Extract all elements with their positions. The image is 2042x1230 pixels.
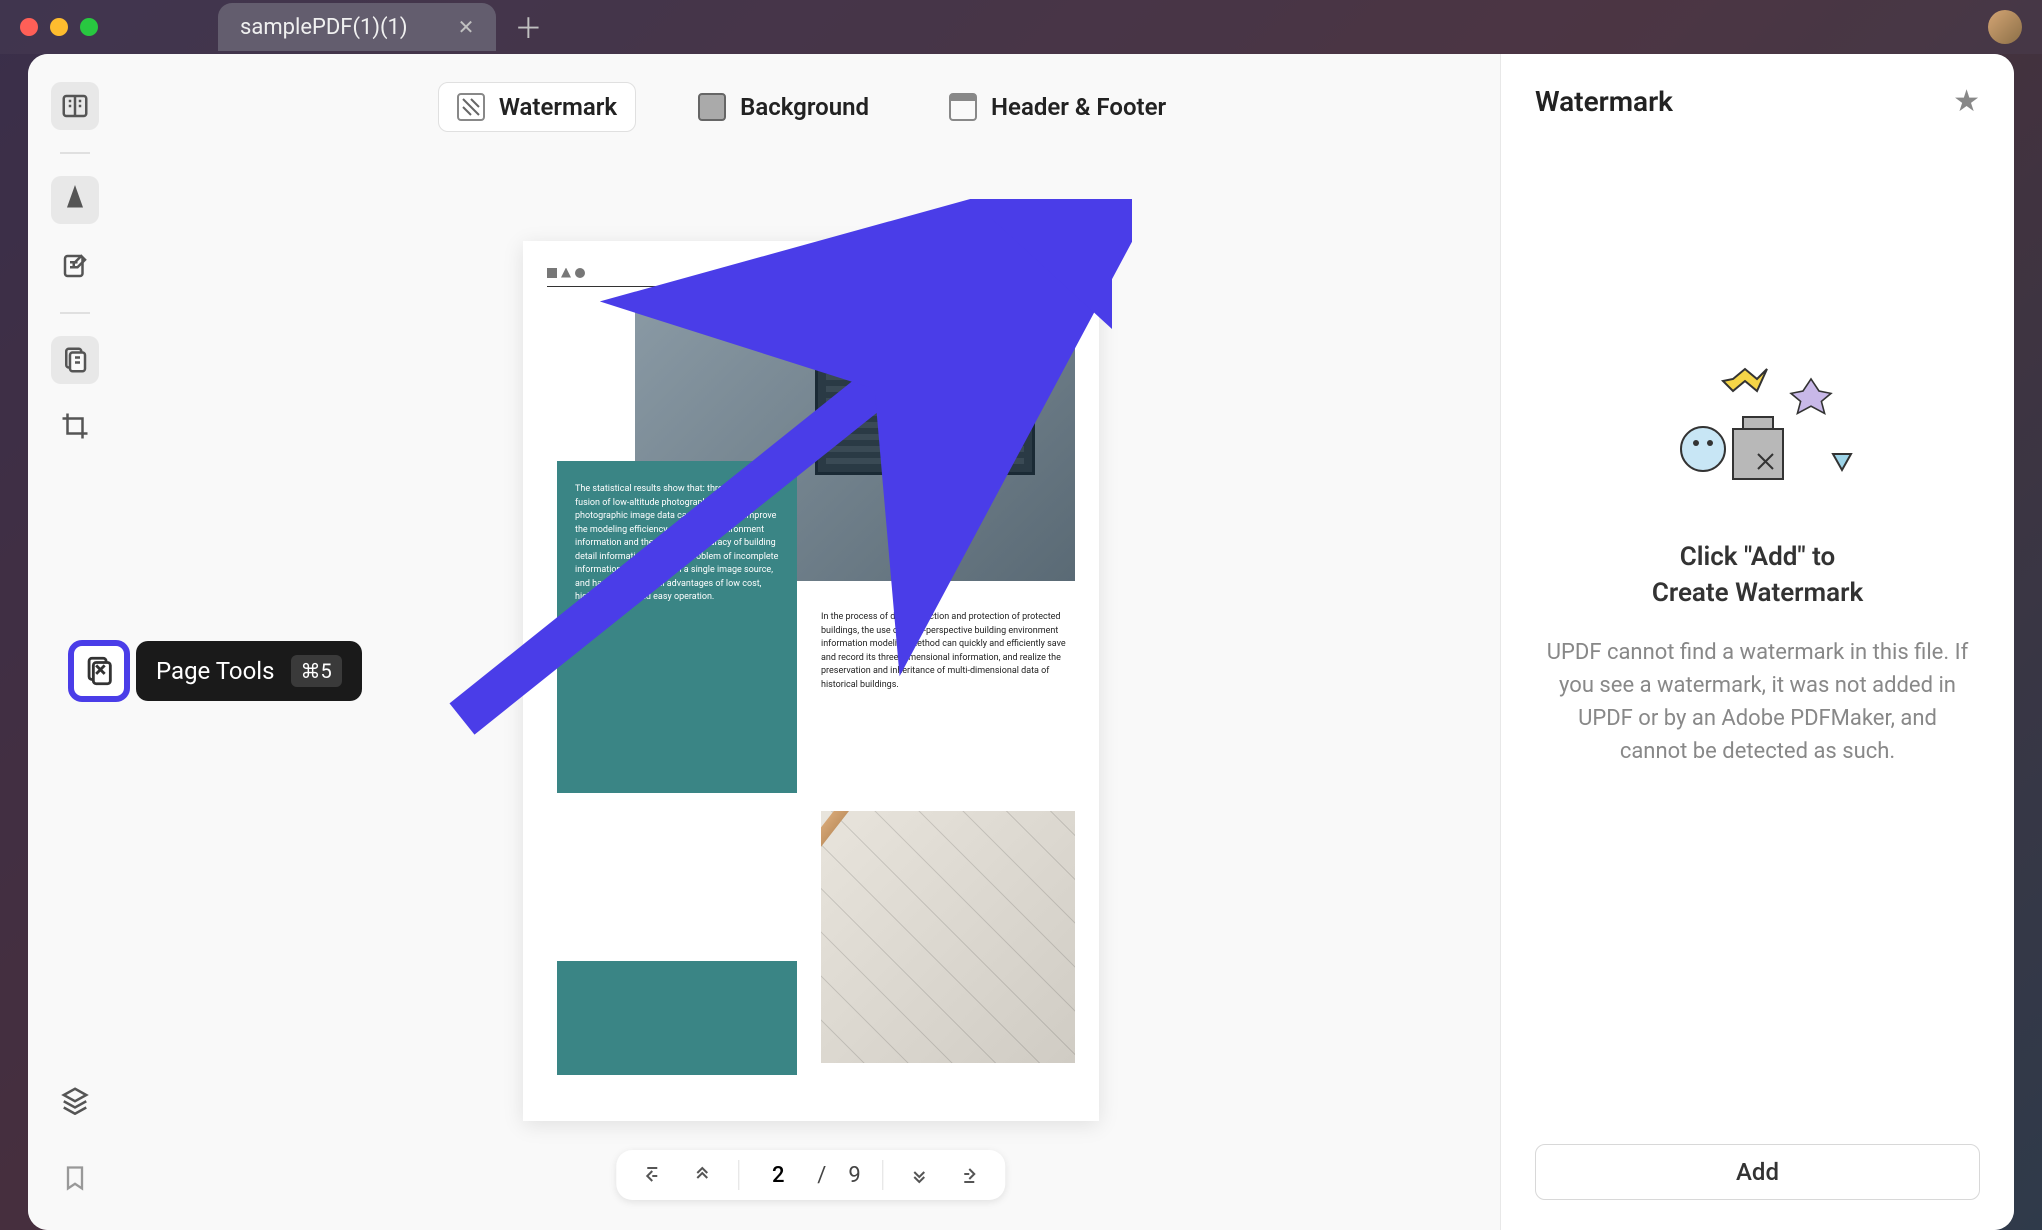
- page-total: 9: [848, 1163, 860, 1188]
- titlebar: samplePDF(1)(1) ✕ ＋: [0, 0, 2042, 54]
- new-tab-button[interactable]: ＋: [504, 3, 552, 51]
- divider: [883, 1160, 884, 1190]
- tab-label: Header & Footer: [991, 93, 1166, 121]
- page-image-2: [821, 811, 1075, 1063]
- star-icon[interactable]: ★: [1953, 84, 1980, 119]
- header-footer-tab[interactable]: Header & Footer: [931, 82, 1184, 132]
- close-window-button[interactable]: [20, 18, 38, 36]
- text-column: In the process of data collection and pr…: [821, 611, 1075, 692]
- header-icons: [547, 268, 585, 278]
- page-tools-button[interactable]: [68, 640, 130, 702]
- tab-label: Watermark: [499, 93, 617, 121]
- prev-page-button[interactable]: [688, 1161, 716, 1189]
- page-tools-tooltip: Page Tools ⌘5: [68, 640, 362, 702]
- empty-state-description: UPDF cannot find a watermark in this fil…: [1535, 636, 1980, 768]
- watermark-tab[interactable]: Watermark: [438, 82, 636, 132]
- tooltip: Page Tools ⌘5: [136, 641, 362, 701]
- window-controls: [20, 18, 98, 36]
- empty-state-title: Click "Add" to Create Watermark: [1535, 539, 1980, 612]
- green-text-box: The statistical results show that: throu…: [557, 461, 797, 793]
- comment-tool-button[interactable]: [51, 176, 99, 224]
- page-navigator: / 9: [616, 1150, 1005, 1200]
- reader-mode-button[interactable]: [51, 82, 99, 130]
- tab-label: Background: [740, 93, 869, 121]
- pdf-page: 2 The statistical results show that: thr…: [523, 241, 1099, 1121]
- maximize-window-button[interactable]: [80, 18, 98, 36]
- bookmark-button[interactable]: [51, 1154, 99, 1202]
- divider: [738, 1160, 739, 1190]
- panel-title: Watermark: [1535, 85, 1673, 118]
- panel-header: Watermark ★: [1535, 84, 1980, 119]
- minimize-window-button[interactable]: [50, 18, 68, 36]
- document-tab[interactable]: samplePDF(1)(1) ✕: [218, 3, 496, 51]
- edit-tool-button[interactable]: [51, 242, 99, 290]
- page-header: 2: [547, 265, 1075, 287]
- crop-tool-button[interactable]: [51, 402, 99, 450]
- first-page-button[interactable]: [638, 1161, 666, 1189]
- last-page-button[interactable]: [956, 1161, 984, 1189]
- divider: [60, 152, 90, 154]
- background-tab[interactable]: Background: [680, 82, 887, 132]
- tabs-row: samplePDF(1)(1) ✕ ＋: [218, 3, 552, 51]
- next-page-button[interactable]: [906, 1161, 934, 1189]
- app-window: Page Tools ⌘5 Watermark Background Heade…: [28, 54, 2014, 1230]
- page-number: 2: [1068, 265, 1075, 280]
- divider: [60, 312, 90, 314]
- tab-title: samplePDF(1)(1): [240, 15, 408, 40]
- page-sep: /: [817, 1163, 826, 1188]
- background-icon: [698, 93, 726, 121]
- watermark-icon: [457, 93, 485, 121]
- tooltip-shortcut: ⌘5: [291, 655, 342, 687]
- organize-pages-button[interactable]: [51, 336, 99, 384]
- empty-state-illustration: [1535, 359, 1980, 499]
- layers-button[interactable]: [51, 1076, 99, 1124]
- close-tab-icon[interactable]: ✕: [458, 15, 475, 39]
- page-input[interactable]: [761, 1163, 795, 1188]
- tooltip-label: Page Tools: [156, 657, 275, 685]
- green-box-2: [557, 961, 797, 1075]
- right-panel: Watermark ★ Click "Add" to Create Waterm…: [1500, 54, 2014, 1230]
- avatar[interactable]: [1988, 10, 2022, 44]
- top-toolbar: Watermark Background Header & Footer: [122, 54, 1500, 132]
- add-button[interactable]: Add: [1535, 1144, 1980, 1200]
- header-footer-icon: [949, 93, 977, 121]
